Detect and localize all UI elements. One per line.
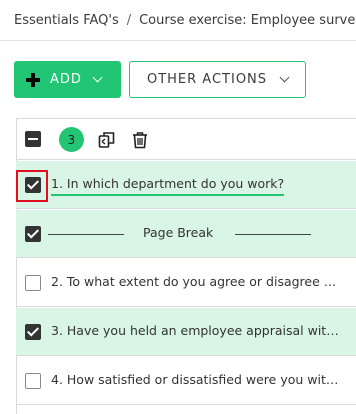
- breadcrumb-item-faqs[interactable]: Essentials FAQ's: [14, 13, 119, 28]
- selected-count-badge: 3: [59, 127, 84, 152]
- page-break-checkbox[interactable]: [25, 226, 41, 242]
- copy-icon[interactable]: [97, 130, 117, 150]
- focus-highlight: [16, 170, 48, 202]
- deselect-all-checkbox[interactable]: [25, 131, 41, 147]
- question-row-2[interactable]: 2. To what extent do you agree or disagr…: [16, 259, 356, 307]
- page-break-line-right: [235, 234, 311, 235]
- other-actions-label: OTHER ACTIONS: [146, 72, 268, 87]
- breadcrumb-separator: /: [126, 12, 132, 28]
- breadcrumb-item-survey[interactable]: Course exercise: Employee survey: [139, 13, 356, 28]
- add-button[interactable]: ADD: [14, 61, 121, 98]
- question-4-text[interactable]: 4. How satisfied or dissatisfied were yo…: [51, 372, 341, 387]
- question-3-checkbox[interactable]: [25, 324, 41, 340]
- trash-icon[interactable]: [131, 130, 149, 150]
- breadcrumb: Essentials FAQ's / Course exercise: Empl…: [0, 0, 356, 41]
- question-2-checkbox[interactable]: [25, 275, 41, 291]
- page-break-line-left: [48, 234, 124, 235]
- question-1-text[interactable]: 1. In which department do you work?: [51, 176, 285, 196]
- question-3-text[interactable]: 3. Have you held an employee appraisal w…: [51, 323, 341, 338]
- page-break-row[interactable]: Page Break: [16, 210, 356, 258]
- page-break-label: Page Break: [143, 225, 214, 240]
- question-4-checkbox[interactable]: [25, 373, 41, 389]
- question-row-1[interactable]: 1. In which department do you work?: [16, 161, 356, 209]
- add-button-label: ADD: [50, 72, 82, 87]
- chevron-down-icon: [92, 72, 103, 83]
- plus-icon: [26, 72, 40, 87]
- other-actions-button[interactable]: OTHER ACTIONS: [129, 61, 306, 98]
- question-row-4[interactable]: 4. How satisfied or dissatisfied were yo…: [16, 357, 356, 405]
- chevron-down-icon: [279, 72, 290, 83]
- question-2-text[interactable]: 2. To what extent do you agree or disagr…: [51, 274, 341, 289]
- question-row-3[interactable]: 3. Have you held an employee appraisal w…: [16, 308, 356, 356]
